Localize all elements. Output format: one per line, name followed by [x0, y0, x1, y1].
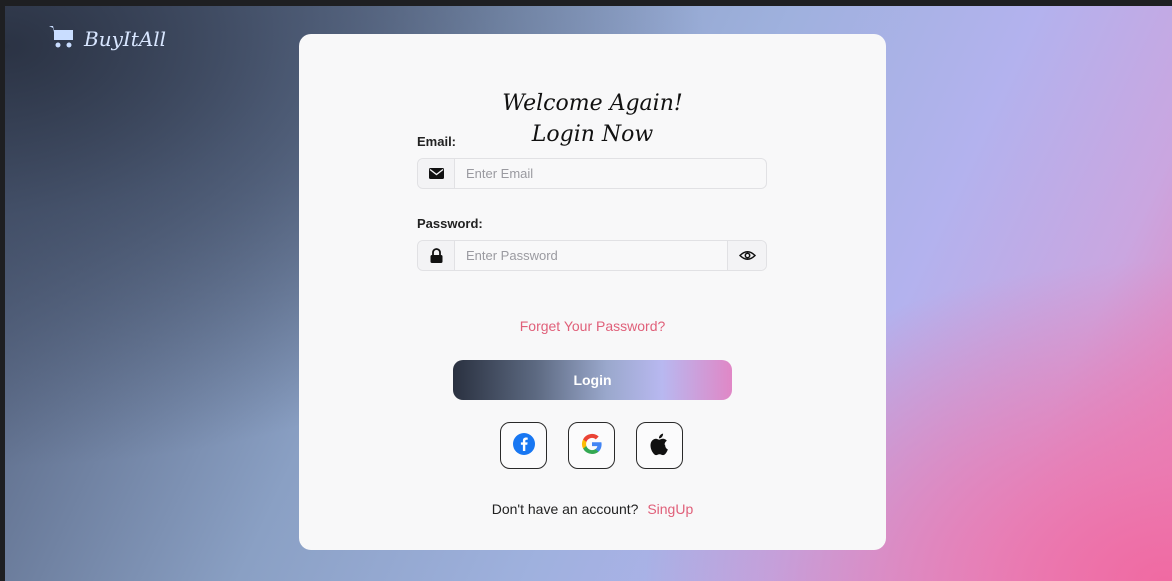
- eye-icon[interactable]: [727, 241, 766, 270]
- apple-login-button[interactable]: [636, 422, 683, 469]
- envelope-icon: [418, 159, 455, 188]
- title-line-1: Welcome Again!: [502, 91, 683, 116]
- login-card: Welcome Again! Login Now Email: Password…: [299, 34, 886, 550]
- google-login-button[interactable]: [568, 422, 615, 469]
- title-line-2: Login Now: [531, 122, 654, 147]
- signup-row: Don't have an account? SingUp: [299, 501, 886, 517]
- facebook-icon: [512, 432, 535, 459]
- forgot-password-link[interactable]: Forget Your Password?: [299, 318, 886, 334]
- signup-link[interactable]: SingUp: [647, 501, 693, 517]
- password-input[interactable]: [455, 241, 727, 270]
- brand-name: BuyItAll: [84, 27, 167, 51]
- email-input[interactable]: [455, 159, 766, 188]
- apple-icon: [649, 432, 671, 460]
- email-field-group: [417, 158, 767, 189]
- login-button[interactable]: Login: [453, 360, 732, 400]
- social-login-group: [500, 422, 683, 469]
- brand-logo[interactable]: BuyItAll: [48, 24, 166, 54]
- facebook-login-button[interactable]: [500, 422, 547, 469]
- cart-icon: [48, 24, 76, 54]
- lock-icon: [418, 241, 455, 270]
- password-field-group: [417, 240, 767, 271]
- card-title: Welcome Again! Login Now: [299, 88, 886, 150]
- email-label: Email:: [417, 134, 457, 149]
- signup-prompt: Don't have an account?: [491, 501, 639, 517]
- google-icon: [580, 432, 604, 460]
- password-label: Password:: [417, 216, 483, 231]
